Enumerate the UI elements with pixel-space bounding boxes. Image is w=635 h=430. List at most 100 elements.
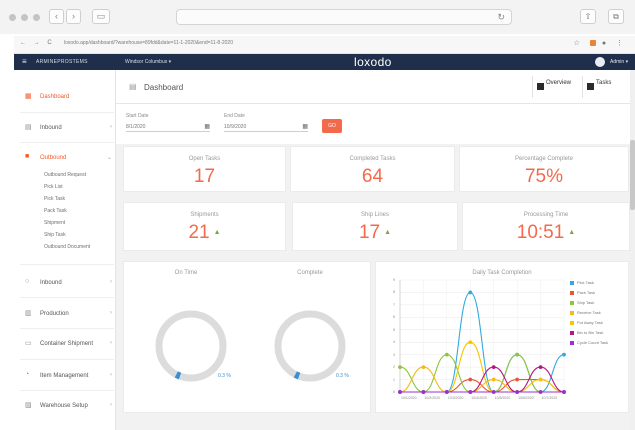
- x-tick-label: 10/2/2020: [424, 396, 440, 400]
- tasks-button[interactable]: Tasks: [582, 76, 622, 98]
- site-selector[interactable]: Windsor Columbus ▾: [125, 59, 171, 65]
- sidebar-subitem-ship-task[interactable]: Ship Task: [44, 232, 66, 238]
- series-point: [398, 390, 402, 394]
- legend-item[interactable]: Ship Task: [570, 300, 630, 307]
- series-point: [491, 377, 496, 382]
- forward-button[interactable]: ›: [66, 9, 81, 24]
- scrollbar-thumb[interactable]: [630, 140, 635, 210]
- donut-charts-card: On Time Complete 0.3 % 0.3 %: [123, 261, 371, 413]
- x-tick-label: 10/1/2020: [401, 396, 417, 400]
- sidebar-subitem-outbound-request[interactable]: Outbound Request: [44, 172, 86, 178]
- calendar-icon[interactable]: ▦: [302, 123, 308, 130]
- page-scrollbar[interactable]: [630, 70, 635, 430]
- stat-label: Processing Time: [523, 212, 569, 218]
- legend-item[interactable]: Receive Task: [570, 310, 630, 317]
- company-name[interactable]: ARMINEPROSTEMS: [36, 59, 88, 65]
- window-minimize-button[interactable]: [21, 14, 28, 21]
- sidebar-subitem-pack-task[interactable]: Pack Task: [44, 208, 67, 214]
- sidebar-item-container-shipment[interactable]: ▭ Container Shipment ›: [14, 337, 116, 351]
- chevron-right-icon: ›: [110, 372, 112, 378]
- chevron-right-icon: ›: [110, 279, 112, 285]
- start-date-field[interactable]: 8/1/2020 ▦: [126, 121, 210, 132]
- stat-label: Completed Tasks: [349, 156, 396, 162]
- on-time-percent: 0.3 %: [218, 373, 231, 379]
- sidebar-item-label: Item Management: [40, 373, 89, 379]
- legend-item[interactable]: Bin to Bin Task: [570, 330, 630, 337]
- series-point: [491, 390, 496, 394]
- legend-item[interactable]: Put Away Task: [570, 320, 630, 327]
- donut-charts: [155, 310, 346, 382]
- page-title: Dashboard: [144, 83, 184, 92]
- user-menu[interactable]: Admin ▾: [610, 59, 628, 65]
- series-point: [515, 390, 520, 394]
- sidebar-item-inbound-2[interactable]: ○ Inbound ›: [14, 276, 116, 290]
- truck-icon: ■: [25, 153, 30, 160]
- sidebar-item-inbound[interactable]: ▤ Inbound ›: [14, 121, 116, 135]
- window-close-button[interactable]: [9, 14, 16, 21]
- sidebar-item-production[interactable]: ▥ Production ›: [14, 307, 116, 321]
- stat-value-wrap: 10:51 ▲: [463, 222, 629, 244]
- y-tick-label: 4: [393, 340, 395, 345]
- stat-value-wrap: 21 ▲: [124, 222, 285, 244]
- extension-icon[interactable]: [589, 40, 596, 47]
- hamburger-menu-icon[interactable]: ≡: [22, 57, 27, 66]
- legend-label: Put Away Task: [577, 320, 603, 325]
- inbound-icon: ▤: [25, 124, 32, 131]
- y-tick-label: 0: [393, 390, 395, 394]
- share-icon[interactable]: ⇧: [580, 9, 596, 24]
- completed-tasks-card: Completed Tasks 64: [290, 146, 455, 192]
- legend-item[interactable]: Pick Task: [570, 280, 630, 287]
- series-point: [398, 365, 402, 370]
- legend-item[interactable]: Pack Task: [570, 290, 630, 297]
- sidebar-item-item-management[interactable]: ◔ Item Management ›: [14, 369, 116, 383]
- legend-swatch: [570, 341, 574, 345]
- processing-time-card: Processing Time 10:51 ▲: [462, 202, 630, 251]
- y-tick-label: 7: [393, 302, 395, 307]
- tabs-icon[interactable]: ⧉: [608, 9, 624, 24]
- sidebar-divider: [20, 142, 114, 143]
- inner-nav-buttons[interactable]: ← → C: [20, 40, 55, 46]
- trend-up-icon: ▲: [384, 229, 392, 237]
- legend-label: Receive Task: [577, 310, 601, 315]
- sidebar-item-label: Inbound: [40, 125, 62, 131]
- inner-browser-bar: ← → C loxodo.app/dashboard/?warehouse=89…: [14, 36, 635, 54]
- x-tick-label: 10/4/2020: [471, 396, 487, 400]
- legend-swatch: [570, 311, 574, 315]
- y-tick-label: 9: [393, 278, 395, 282]
- sidebar-item-outbound[interactable]: ■ Outbound ⌄: [14, 151, 116, 165]
- calendar-icon[interactable]: ▦: [204, 123, 210, 130]
- stat-label: Shipments: [190, 212, 219, 218]
- reload-icon[interactable]: ↻: [497, 12, 505, 23]
- legend-item[interactable]: Cycle Count Task: [570, 340, 630, 347]
- user-avatar[interactable]: [595, 57, 605, 67]
- sidebar-subitem-shipment[interactable]: Shipment: [44, 220, 65, 226]
- window-zoom-button[interactable]: [33, 14, 40, 21]
- inner-url-field[interactable]: loxodo.app/dashboard/?warehouse=89fdd&da…: [64, 40, 233, 46]
- sidebar-subitem-outbound-document[interactable]: Outbound Document: [44, 244, 90, 250]
- series-point: [538, 365, 543, 370]
- stat-value: 75%: [524, 166, 564, 187]
- daily-task-completion-card: Daily Task Completion 0123456789 10/1/20…: [375, 261, 629, 413]
- start-date-label: Start Date: [126, 113, 149, 119]
- sidebar-divider: [20, 112, 114, 113]
- stat-value: 10:51: [516, 222, 565, 243]
- overview-button[interactable]: Overview: [532, 76, 580, 98]
- legend-label: Cycle Count Task: [577, 340, 609, 345]
- sidebar-item-warehouse-setup[interactable]: ▨ Warehouse Setup ›: [14, 399, 116, 413]
- sidebar-divider: [20, 390, 114, 391]
- tasks-label: Tasks: [596, 80, 612, 86]
- sidebar-toggle-icon[interactable]: ▭: [92, 9, 110, 24]
- sidebar-subitem-pick-task[interactable]: Pick Task: [44, 196, 65, 202]
- legend-label: Pack Task: [577, 290, 596, 295]
- end-date-field[interactable]: 10/9/2020 ▦: [224, 121, 308, 132]
- stat-label: Percentage Complete: [514, 156, 574, 162]
- overview-icon: [537, 83, 544, 90]
- sidebar-subitem-pick-list[interactable]: Pick List: [44, 184, 63, 190]
- go-button[interactable]: GO: [322, 119, 342, 133]
- sidebar-item-dashboard[interactable]: ▦ Dashboard: [14, 90, 116, 104]
- extension-icons[interactable]: ☆ ● ⋮: [574, 39, 627, 47]
- address-bar[interactable]: ↻: [176, 9, 512, 25]
- back-button[interactable]: ‹: [49, 9, 64, 24]
- ship-lines-card: Ship Lines 17 ▲: [292, 202, 458, 251]
- stat-value: 64: [361, 166, 384, 187]
